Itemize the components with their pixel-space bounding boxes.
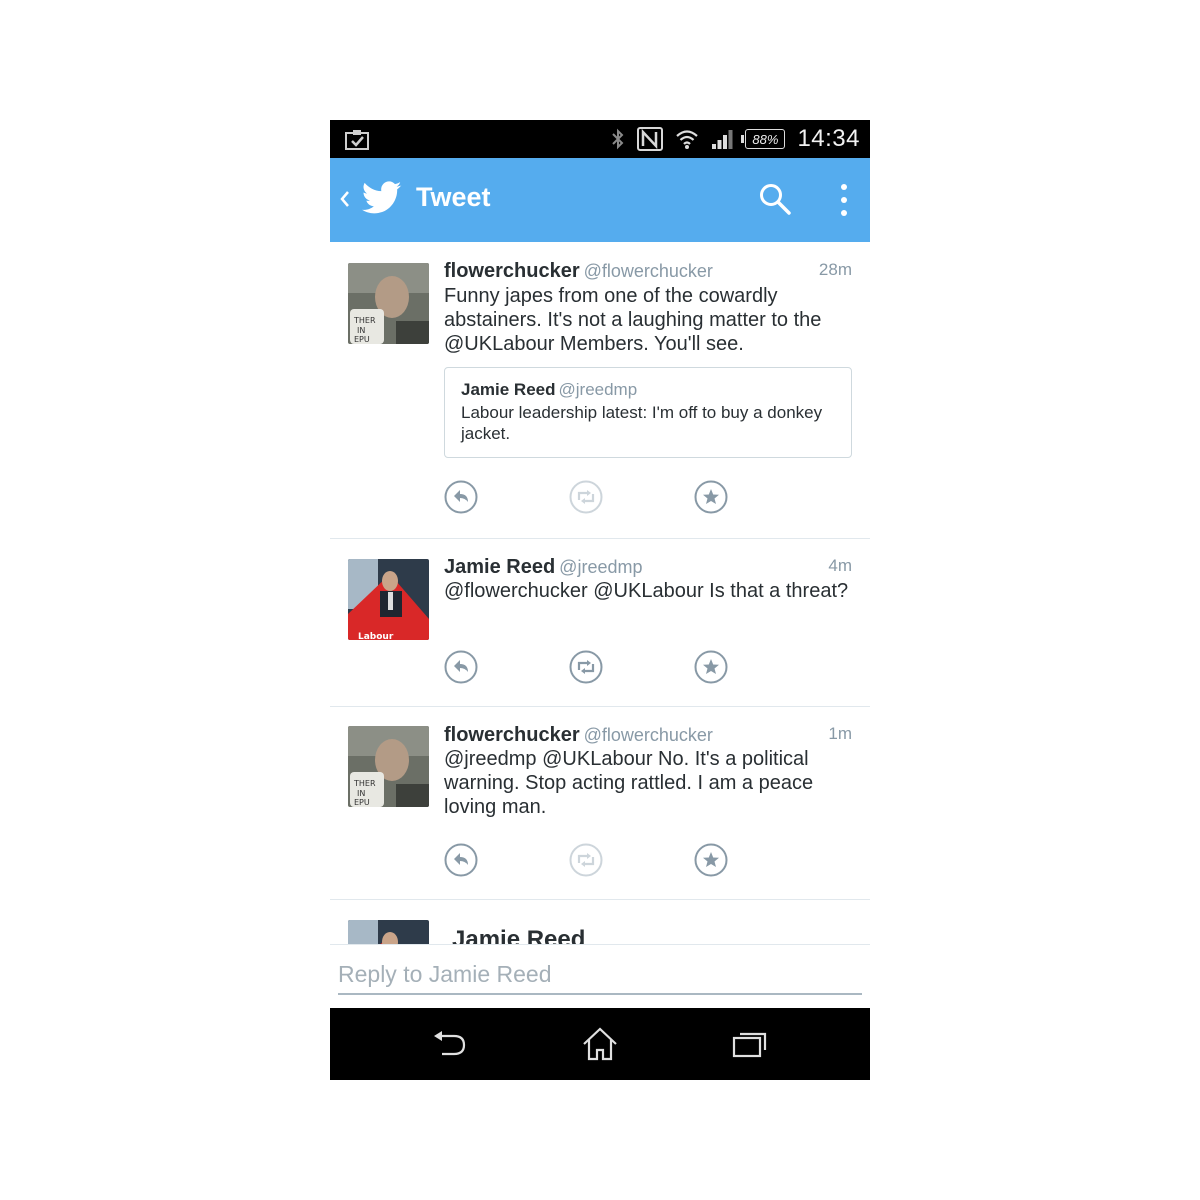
avatar[interactable]: THER IN EPU: [348, 263, 429, 344]
battery-percent: 88%: [752, 131, 779, 147]
avatar[interactable]: THER IN EPU: [348, 726, 429, 807]
svg-text:IN: IN: [357, 789, 365, 798]
reply-bar: [330, 944, 870, 1008]
tweet-author-handle[interactable]: @flowerchucker: [584, 261, 713, 281]
twitter-bird-icon[interactable]: [362, 180, 402, 216]
retweet-icon[interactable]: [569, 843, 603, 877]
tweet-author-name[interactable]: flowerchucker: [444, 260, 580, 282]
tweet-author-handle[interactable]: @jreedmp: [559, 557, 642, 577]
tweet-actions: [444, 480, 744, 514]
tweet-text: @jreedmp @UKLabour No. It's a political …: [444, 748, 814, 818]
tweet-header: Jamie Reed: [452, 926, 852, 944]
system-nav-bar: [330, 1008, 870, 1080]
tweet-thread[interactable]: THER IN EPU flowerchucker @flowerchucker …: [330, 242, 870, 944]
quoted-author-handle: @jreedmp: [558, 380, 638, 399]
reply-icon[interactable]: [444, 480, 478, 514]
favorite-icon[interactable]: [694, 480, 728, 514]
battery-icon: 88%: [741, 129, 786, 149]
retweet-icon[interactable]: [569, 650, 603, 684]
svg-text:Labour: Labour: [358, 632, 394, 640]
tweet-text: Funny japes from one of the cowardly abs…: [444, 285, 822, 355]
status-bar: 88% 14:34: [330, 120, 870, 158]
tweet-author-handle[interactable]: @flowerchucker: [584, 725, 713, 745]
quoted-tweet[interactable]: Jamie Reed @jreedmp Labour leadership lat…: [444, 367, 852, 458]
clipboard-check-icon: [345, 130, 369, 150]
svg-text:EPU: EPU: [354, 798, 370, 807]
quoted-author-name: Jamie Reed: [461, 380, 556, 399]
status-clock: 14:34: [797, 125, 860, 152]
tweet-text: @flowerchucker @UKLabour Is that a threa…: [444, 580, 849, 602]
svg-text:THER: THER: [353, 779, 376, 788]
tweet-item[interactable]: Labour Jamie Reed @jreedmp 4m @flowerchuc…: [330, 539, 870, 707]
page-title: Tweet: [416, 182, 491, 212]
search-icon[interactable]: [758, 182, 792, 216]
favorite-icon[interactable]: [694, 843, 728, 877]
wifi-icon: [676, 130, 699, 149]
svg-text:THER: THER: [353, 316, 376, 325]
tweet-timestamp: 28m: [818, 260, 852, 279]
bluetooth-icon: [612, 128, 624, 150]
tweet-header: flowerchucker @flowerchucker 28m: [444, 260, 852, 286]
tweet-author-name[interactable]: Jamie Reed: [452, 926, 585, 944]
recent-apps-icon[interactable]: [730, 1026, 770, 1062]
tweet-item[interactable]: THER IN EPU flowerchucker @flowerchucker …: [330, 242, 870, 539]
tweet-author-name[interactable]: Jamie Reed: [444, 556, 555, 578]
tweet-actions: [444, 650, 744, 684]
reply-input[interactable]: [338, 955, 862, 995]
signal-icon: [712, 130, 733, 149]
overflow-menu-icon[interactable]: [830, 182, 858, 218]
svg-text:EPU: EPU: [354, 335, 370, 344]
svg-text:IN: IN: [357, 326, 365, 335]
phone-screen: 88% 14:34 Tweet THER IN EPU flowerchucke…: [330, 120, 870, 1080]
retweet-icon[interactable]: [569, 480, 603, 514]
tweet-item[interactable]: THER IN EPU flowerchucker @flowerchucker …: [330, 707, 870, 900]
reply-icon[interactable]: [444, 843, 478, 877]
tweet-item[interactable]: Jamie Reed: [330, 900, 870, 944]
home-icon[interactable]: [580, 1026, 620, 1062]
quoted-tweet-text: Labour leadership latest: I'm off to buy…: [461, 403, 823, 443]
avatar[interactable]: Labour: [348, 559, 429, 640]
nfc-icon: [637, 127, 664, 151]
favorite-icon[interactable]: [694, 650, 728, 684]
tweet-timestamp: 4m: [828, 556, 852, 575]
reply-icon[interactable]: [444, 650, 478, 684]
back-chevron-icon[interactable]: [338, 186, 352, 212]
back-icon[interactable]: [430, 1026, 470, 1062]
tweet-author-name[interactable]: flowerchucker: [444, 724, 580, 746]
tweet-timestamp: 1m: [828, 724, 852, 743]
avatar[interactable]: [348, 920, 429, 944]
tweet-actions: [444, 843, 744, 877]
action-bar: Tweet: [330, 158, 870, 242]
